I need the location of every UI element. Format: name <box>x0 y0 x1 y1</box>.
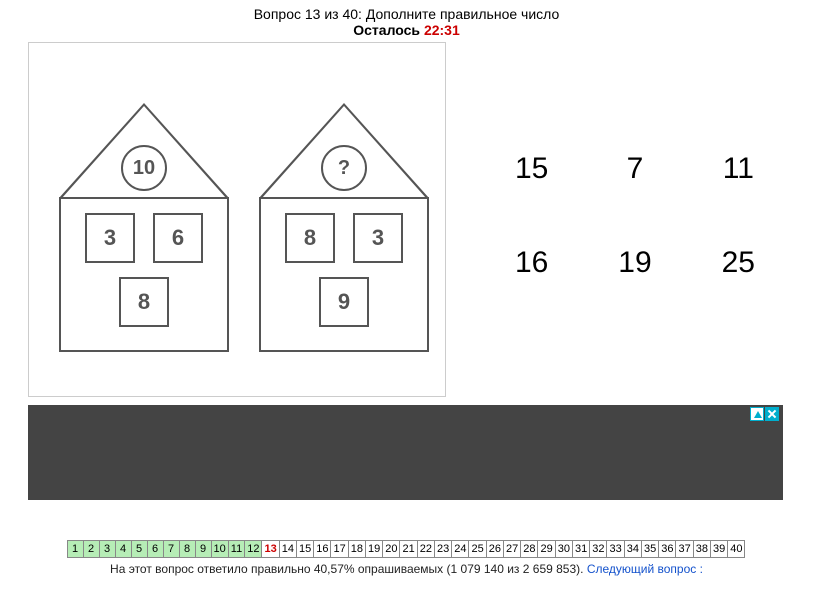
puzzle-image: 10 3 6 8 ? 8 3 9 <box>28 42 446 397</box>
house-1-body: 3 6 8 <box>59 197 229 352</box>
nav-question-2[interactable]: 2 <box>83 540 100 558</box>
nav-question-14[interactable]: 14 <box>279 540 297 558</box>
nav-question-23[interactable]: 23 <box>434 540 452 558</box>
house-2-body: 8 3 9 <box>259 197 429 352</box>
nav-question-35[interactable]: 35 <box>641 540 659 558</box>
answer-option[interactable]: 7 <box>605 152 665 186</box>
nav-question-1[interactable]: 1 <box>67 540 84 558</box>
nav-question-19[interactable]: 19 <box>365 540 383 558</box>
nav-question-10[interactable]: 10 <box>211 540 229 558</box>
nav-question-13[interactable]: 13 <box>261 540 279 558</box>
adchoices-icon[interactable] <box>750 407 764 421</box>
house-1-window-right: 6 <box>153 213 203 263</box>
nav-question-32[interactable]: 32 <box>589 540 607 558</box>
footer-stats: На этот вопрос ответило правильно 40,57%… <box>0 562 813 576</box>
nav-question-28[interactable]: 28 <box>520 540 538 558</box>
question-navigator: 1234567891011121314151617181920212223242… <box>0 540 813 558</box>
nav-question-15[interactable]: 15 <box>296 540 314 558</box>
stats-text: На этот вопрос ответило правильно 40,57%… <box>110 562 587 576</box>
nav-question-11[interactable]: 11 <box>228 540 245 558</box>
answer-options: 15 7 11 16 19 25 <box>480 152 790 340</box>
nav-question-40[interactable]: 40 <box>727 540 745 558</box>
nav-question-22[interactable]: 22 <box>417 540 435 558</box>
content-area: 10 3 6 8 ? 8 3 9 <box>0 42 813 397</box>
nav-question-20[interactable]: 20 <box>382 540 400 558</box>
question-label: Вопрос 13 из 40: Дополните правильное чи… <box>254 6 560 22</box>
timer-label: Осталось <box>353 22 424 38</box>
nav-question-18[interactable]: 18 <box>348 540 366 558</box>
question-header: Вопрос 13 из 40: Дополните правильное чи… <box>0 0 813 38</box>
nav-question-3[interactable]: 3 <box>99 540 116 558</box>
nav-question-5[interactable]: 5 <box>131 540 148 558</box>
nav-question-36[interactable]: 36 <box>658 540 676 558</box>
nav-question-26[interactable]: 26 <box>486 540 504 558</box>
nav-question-16[interactable]: 16 <box>313 540 331 558</box>
nav-question-37[interactable]: 37 <box>675 540 693 558</box>
close-ad-icon[interactable] <box>765 407 779 421</box>
nav-question-24[interactable]: 24 <box>451 540 469 558</box>
house-2-window-right: 3 <box>353 213 403 263</box>
ad-controls <box>750 407 779 421</box>
answer-option[interactable]: 11 <box>708 152 768 186</box>
nav-question-34[interactable]: 34 <box>624 540 642 558</box>
house-2-window-left: 8 <box>285 213 335 263</box>
nav-question-29[interactable]: 29 <box>537 540 555 558</box>
house-1-top-circle: 10 <box>121 145 167 191</box>
nav-question-21[interactable]: 21 <box>399 540 417 558</box>
nav-question-38[interactable]: 38 <box>693 540 711 558</box>
nav-question-4[interactable]: 4 <box>115 540 132 558</box>
house-1-window-left: 3 <box>85 213 135 263</box>
nav-question-7[interactable]: 7 <box>163 540 180 558</box>
answer-option[interactable]: 16 <box>502 246 562 280</box>
house-2: ? 8 3 9 <box>259 103 429 352</box>
house-1: 10 3 6 8 <box>59 103 229 352</box>
nav-question-39[interactable]: 39 <box>710 540 728 558</box>
nav-question-6[interactable]: 6 <box>147 540 164 558</box>
answer-option[interactable]: 25 <box>708 246 768 280</box>
house-1-window-bottom: 8 <box>119 277 169 327</box>
nav-question-31[interactable]: 31 <box>572 540 590 558</box>
nav-question-33[interactable]: 33 <box>606 540 624 558</box>
house-2-top-circle: ? <box>321 145 367 191</box>
nav-question-17[interactable]: 17 <box>330 540 348 558</box>
next-question-link[interactable]: Следующий вопрос : <box>587 562 703 576</box>
ad-banner <box>28 405 783 500</box>
answer-option[interactable]: 15 <box>502 152 562 186</box>
answer-option[interactable]: 19 <box>605 246 665 280</box>
nav-question-8[interactable]: 8 <box>179 540 196 558</box>
nav-question-30[interactable]: 30 <box>555 540 573 558</box>
nav-question-12[interactable]: 12 <box>244 540 262 558</box>
house-2-window-bottom: 9 <box>319 277 369 327</box>
nav-question-25[interactable]: 25 <box>468 540 486 558</box>
timer-value: 22:31 <box>424 22 460 38</box>
nav-question-9[interactable]: 9 <box>195 540 212 558</box>
nav-question-27[interactable]: 27 <box>503 540 521 558</box>
